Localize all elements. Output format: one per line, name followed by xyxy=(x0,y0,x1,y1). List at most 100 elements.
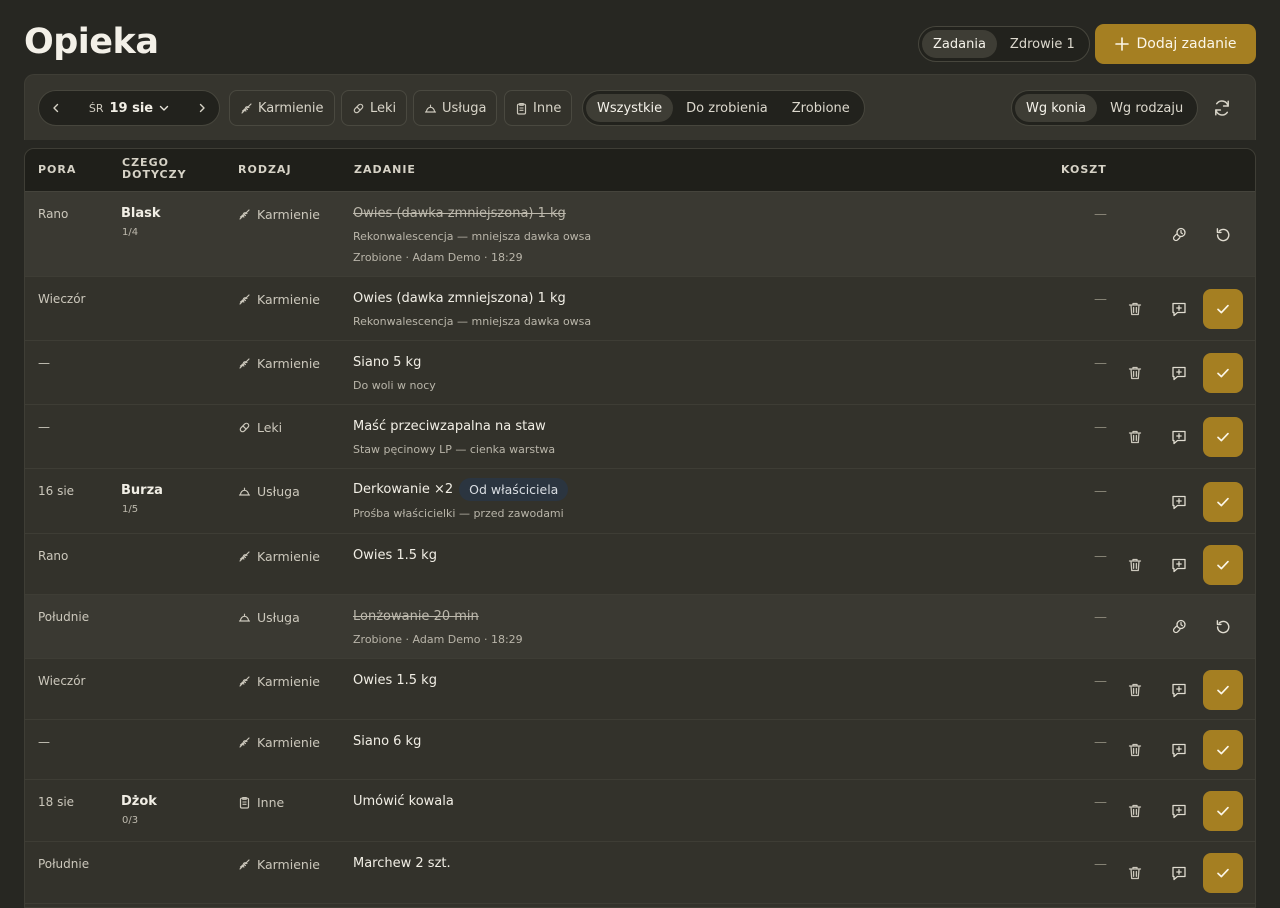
row-horse[interactable]: Burza xyxy=(121,483,163,498)
add-comment-button[interactable] xyxy=(1168,298,1190,320)
mark-done-button[interactable] xyxy=(1203,791,1243,831)
table-row: 18 sie Dżok 0/3 Inne Umówić kowala — xyxy=(25,780,1255,842)
row-horse[interactable]: Dżok xyxy=(121,794,157,809)
row-task-status: Zrobione · Adam Demo · 18:29 xyxy=(353,251,523,264)
row-task-title: Marchew 2 szt. xyxy=(353,856,451,871)
row-cost: — xyxy=(1094,292,1107,307)
category-chip-karmienie[interactable]: Karmienie xyxy=(229,90,335,126)
row-horse-progress: 0/3 xyxy=(122,815,139,826)
delete-button[interactable] xyxy=(1124,554,1146,576)
delete-button[interactable] xyxy=(1124,862,1146,884)
add-task-label: Dodaj zadanie xyxy=(1136,36,1237,52)
mark-done-button[interactable] xyxy=(1203,353,1243,393)
add-comment-button[interactable] xyxy=(1168,679,1190,701)
add-comment-button[interactable] xyxy=(1168,491,1190,513)
delete-button[interactable] xyxy=(1124,426,1146,448)
filter-zrobione[interactable]: Zrobione xyxy=(781,94,861,122)
view-history-button[interactable] xyxy=(1168,224,1190,246)
delete-button[interactable] xyxy=(1124,679,1146,701)
column-header-rodzaj: RODZAJ xyxy=(238,163,292,176)
delete-button[interactable] xyxy=(1124,800,1146,822)
table-row: — Karmienie Siano 5 kg Do woli w nocy — xyxy=(25,341,1255,405)
row-time: Rano xyxy=(38,549,69,563)
add-comment-icon xyxy=(1172,743,1186,758)
row-task[interactable]: Marchew 2 szt. xyxy=(353,856,451,871)
mark-done-button[interactable] xyxy=(1203,853,1243,893)
filter-do-zrobienia[interactable]: Do zrobienia xyxy=(675,94,779,122)
chevron-left-icon xyxy=(53,103,59,113)
mark-done-button[interactable] xyxy=(1203,730,1243,770)
row-cost: — xyxy=(1094,207,1107,222)
undo-button[interactable] xyxy=(1212,616,1234,638)
date-picker[interactable]: ŚR 19 sie xyxy=(73,101,185,116)
add-task-button[interactable]: Dodaj zadanie xyxy=(1095,24,1256,64)
trash-icon xyxy=(1128,743,1142,757)
next-day-button[interactable] xyxy=(185,103,219,113)
delete-button[interactable] xyxy=(1124,739,1146,761)
check-icon xyxy=(1217,497,1229,507)
delete-button[interactable] xyxy=(1124,298,1146,320)
row-task[interactable]: Owies (dawka zmniejszona) 1 kg xyxy=(353,206,566,221)
view-history-button[interactable] xyxy=(1168,616,1190,638)
row-kind-label: Inne xyxy=(257,795,285,810)
row-task[interactable]: Umówić kowala xyxy=(353,794,454,809)
filter-wszystkie[interactable]: Wszystkie xyxy=(586,94,674,122)
trash-icon xyxy=(1128,804,1142,818)
row-kind: Karmienie xyxy=(238,292,320,307)
clipboard-icon xyxy=(239,796,250,809)
group-by-horse[interactable]: Wg konia xyxy=(1015,94,1098,122)
trash-icon xyxy=(1128,558,1142,572)
prev-day-button[interactable] xyxy=(39,103,73,113)
row-task[interactable]: Owies (dawka zmniejszona) 1 kg xyxy=(353,291,566,306)
row-task[interactable]: Derkowanie ×2 Od właściciela xyxy=(353,478,569,501)
page-title: Opieka xyxy=(24,22,159,62)
tab-zadania[interactable]: Zadania xyxy=(922,30,997,58)
row-horse[interactable]: Blask xyxy=(121,206,161,221)
mark-done-button[interactable] xyxy=(1203,289,1243,329)
category-label: Karmienie xyxy=(258,100,324,116)
row-task-title: Owies 1.5 kg xyxy=(353,673,437,688)
mark-done-button[interactable] xyxy=(1203,482,1243,522)
row-task[interactable]: Owies 1.5 kg xyxy=(353,673,437,688)
row-time: — xyxy=(38,356,50,370)
row-task[interactable]: Lonżowanie 20 min xyxy=(353,609,479,624)
row-kind-label: Usługa xyxy=(257,484,300,499)
mark-done-button[interactable] xyxy=(1203,417,1243,457)
trash-icon xyxy=(1128,683,1142,697)
day-of-week: ŚR xyxy=(88,101,104,115)
add-comment-button[interactable] xyxy=(1168,426,1190,448)
row-kind: Karmienie xyxy=(238,207,320,222)
add-comment-icon xyxy=(1172,804,1186,819)
row-task[interactable]: Maść przeciwzapalna na staw xyxy=(353,419,546,434)
refresh-button[interactable] xyxy=(1211,97,1233,119)
mark-done-button[interactable] xyxy=(1203,670,1243,710)
group-by-kind[interactable]: Wg rodzaju xyxy=(1099,94,1194,122)
row-kind: Leki xyxy=(238,420,282,435)
row-time: 18 sie xyxy=(38,795,75,809)
delete-button[interactable] xyxy=(1124,362,1146,384)
category-chip-usluga[interactable]: Usługa xyxy=(413,90,498,126)
undo-button[interactable] xyxy=(1212,224,1234,246)
add-comment-icon xyxy=(1172,866,1186,881)
add-comment-button[interactable] xyxy=(1168,800,1190,822)
add-comment-button[interactable] xyxy=(1168,739,1190,761)
add-comment-button[interactable] xyxy=(1168,362,1190,384)
row-task[interactable]: Siano 6 kg xyxy=(353,734,421,749)
row-kind: Karmienie xyxy=(238,549,320,564)
table-row: — Leki Maść przeciwzapalna na staw Staw pęc… xyxy=(25,405,1255,469)
row-task[interactable]: Owies 1.5 kg xyxy=(353,548,437,563)
mark-done-button[interactable] xyxy=(1203,545,1243,585)
category-label: Usługa xyxy=(442,100,487,116)
category-chip-inne[interactable]: Inne xyxy=(504,90,573,126)
category-chip-leki[interactable]: Leki xyxy=(341,90,408,126)
add-comment-button[interactable] xyxy=(1168,554,1190,576)
add-comment-button[interactable] xyxy=(1168,862,1190,884)
row-cost: — xyxy=(1094,735,1107,750)
row-task[interactable]: Siano 5 kg xyxy=(353,355,421,370)
current-date: 19 sie xyxy=(109,100,154,116)
check-icon xyxy=(1217,304,1229,314)
tab-zdrowie[interactable]: Zdrowie 1 xyxy=(999,30,1086,58)
group-by-toggle: Wg konia Wg rodzaju xyxy=(1011,90,1199,126)
row-task-title: Maść przeciwzapalna na staw xyxy=(353,419,546,434)
row-task-note: Prośba właścicielki — przed zawodami xyxy=(353,507,564,520)
